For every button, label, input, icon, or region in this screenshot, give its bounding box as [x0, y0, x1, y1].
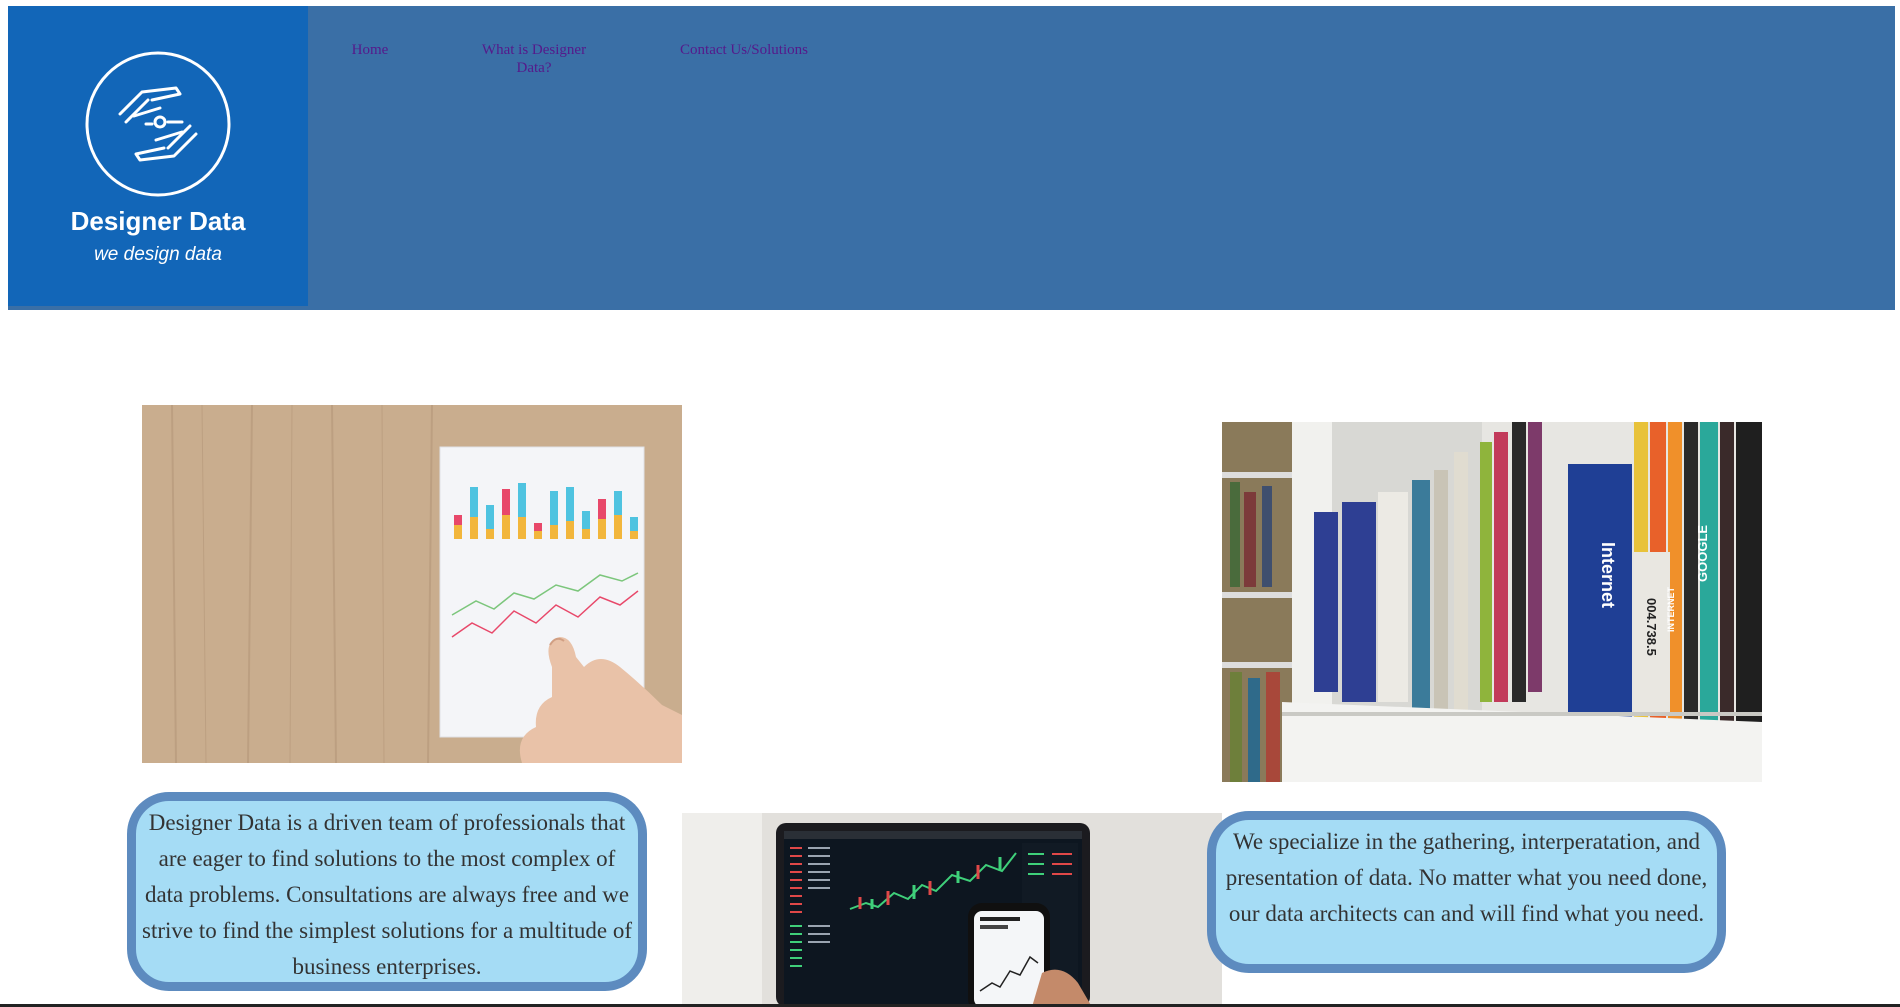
page: Designer Data we design data Home What i… — [0, 0, 1900, 1007]
hands-data-logo-icon — [85, 51, 231, 197]
specialize-text-bubble: We specialize in the gathering, interper… — [1207, 811, 1726, 973]
brand-tagline: we design data — [94, 244, 222, 265]
nav-home-link[interactable]: Home — [328, 41, 412, 59]
book-spine-callnumber: 004.738.5 — [1644, 598, 1659, 656]
book-spine-google: GOOGLE — [1695, 525, 1710, 582]
logo[interactable]: Designer Data we design data — [8, 6, 308, 306]
nav-what-is-link[interactable]: What is Designer Data? — [463, 41, 605, 77]
bookshelf-image: Internet 004.738.5 GOOGLE INTERNET — [1222, 422, 1762, 782]
specialize-text: We specialize in the gathering, interper… — [1225, 829, 1708, 926]
about-text-bubble: Designer Data is a driven team of profes… — [127, 792, 647, 991]
about-text: Designer Data is a driven team of profes… — [142, 810, 632, 979]
book-spine-internet: Internet — [1598, 542, 1618, 608]
nav-contact-link[interactable]: Contact Us/Solutions — [678, 41, 810, 59]
site-header: Designer Data we design data Home What i… — [8, 6, 1895, 310]
chart-sheet-image — [142, 405, 682, 763]
brand-name: Designer Data — [70, 206, 246, 236]
bookshelf-photo: Internet 004.738.5 GOOGLE INTERNET — [1222, 422, 1762, 782]
chart-sheet-photo — [142, 405, 682, 763]
book-spine-internet-small: INTERNET — [1666, 586, 1676, 632]
trading-screens-image — [682, 813, 1222, 1007]
trading-screens-photo — [682, 813, 1222, 1007]
